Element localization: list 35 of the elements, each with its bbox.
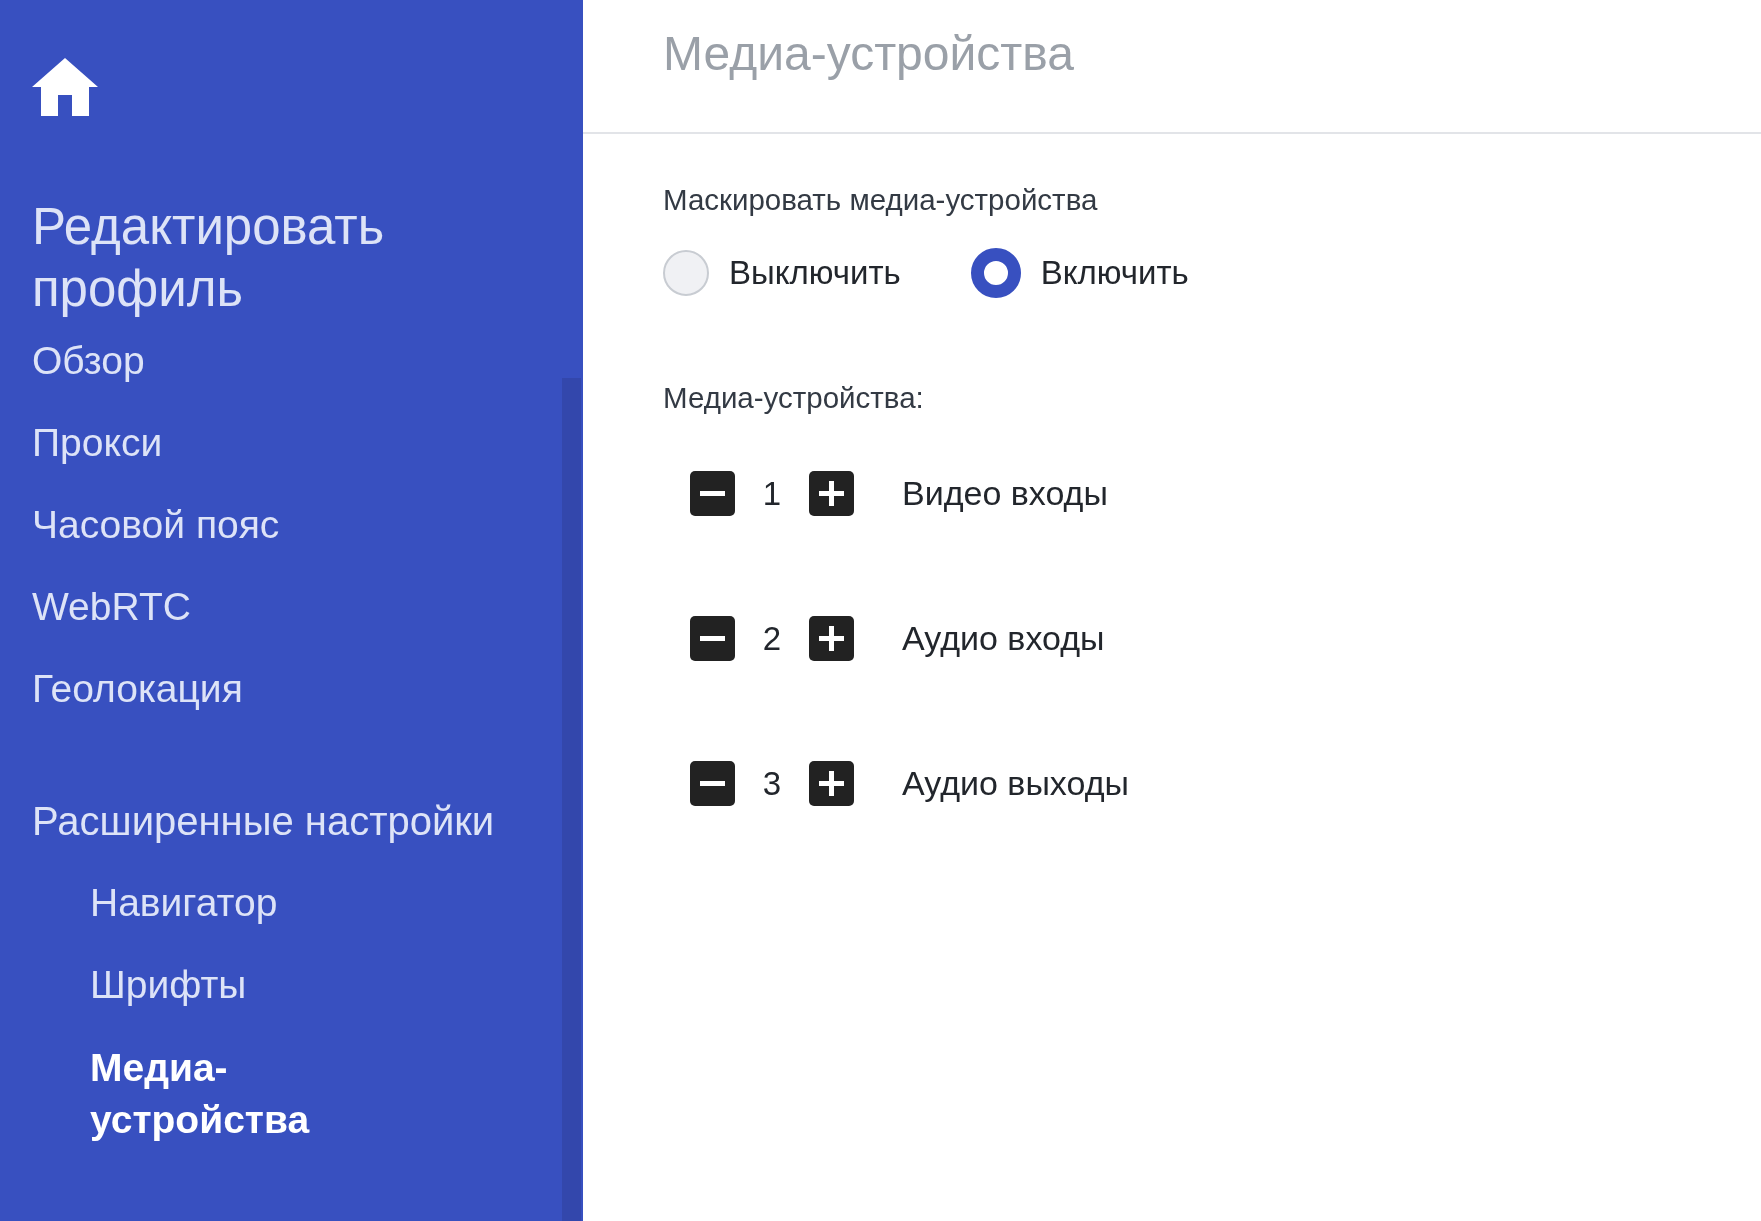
plus-button[interactable]: [809, 761, 854, 806]
device-name: Аудио выходы: [902, 764, 1129, 803]
plus-icon: [819, 481, 844, 506]
plus-icon: [819, 626, 844, 651]
minus-button[interactable]: [690, 471, 735, 516]
device-count: 2: [761, 619, 783, 658]
device-name: Видео входы: [902, 474, 1108, 513]
minus-icon: [700, 491, 725, 496]
setting-label: Маскировать медиа-устройства: [663, 182, 1099, 218]
device-count: 3: [761, 764, 783, 803]
minus-button[interactable]: [690, 616, 735, 661]
page-title: Медиа-устройства: [663, 26, 1075, 82]
nav-item[interactable]: Геолокация: [32, 648, 243, 730]
nav-item[interactable]: Обзор: [32, 320, 145, 402]
nav-item[interactable]: WebRTC: [32, 566, 191, 648]
device-name: Аудио входы: [902, 619, 1105, 658]
radio-button[interactable]: [970, 248, 1021, 298]
radio-label[interactable]: Включить: [1040, 254, 1189, 292]
plus-button[interactable]: [809, 471, 854, 516]
minus-button[interactable]: [690, 761, 735, 806]
section-label: Медиа-устройства:: [663, 380, 925, 416]
radio-label[interactable]: Выключить: [729, 254, 901, 292]
nav-subitem[interactable]: Навигатор: [90, 862, 278, 944]
minus-icon: [700, 781, 725, 786]
nav-item[interactable]: Часовой пояс: [32, 484, 280, 566]
nav-subitem[interactable]: Медиа-устройства: [90, 1042, 350, 1146]
home-icon[interactable]: [32, 58, 98, 116]
nav-item[interactable]: Прокси: [32, 402, 163, 484]
sidebar-title: Редактировать профиль: [32, 197, 386, 319]
nav-subitem[interactable]: Шрифты: [90, 944, 247, 1026]
device-count: 1: [761, 474, 783, 513]
plus-button[interactable]: [809, 616, 854, 661]
nav-section-heading[interactable]: Расширенные настройки: [32, 780, 495, 862]
plus-icon: [819, 771, 844, 796]
minus-icon: [700, 636, 725, 641]
